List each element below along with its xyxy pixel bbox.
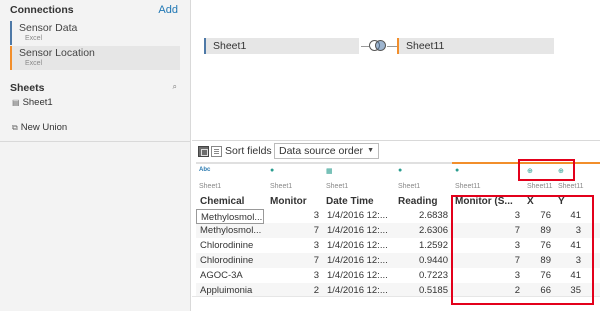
table-cell[interactable]: 1.2592 [395,238,452,253]
table-cell[interactable]: 3 [452,268,524,283]
join-connector [361,46,369,47]
connection-item-sensor-data[interactable]: Sensor Data Excel [10,21,180,45]
number-type-icon[interactable]: ● [270,167,274,174]
chevron-down-icon: ▼ [367,147,374,154]
column-header[interactable]: Monitor (S... [455,196,513,207]
column-date-time[interactable]: ▦ Sheet1 Date Time 1/4/2016 12:... 1/4/2… [323,162,395,311]
data-grid: Abc Sheet1 Chemical Methylosmol... Methy… [196,162,600,311]
column-header[interactable]: Date Time [326,196,374,207]
number-type-icon[interactable]: ● [455,167,459,174]
calendar-icon[interactable]: ▦ [326,167,333,175]
table-cell[interactable]: 2.6838 [395,208,452,223]
new-union-label: New Union [20,122,68,133]
column-source: Sheet1 [270,183,293,190]
divider [0,141,191,142]
column-source: Sheet1 [199,183,222,190]
column-header[interactable]: Reading [398,196,437,207]
table-cell[interactable]: 76 [524,238,555,253]
column-reading[interactable]: ● Sheet1 Reading 2.6838 2.6306 1.2592 0.… [395,162,452,311]
grid-view-icon[interactable] [198,146,209,157]
globe-icon[interactable]: ⊕ [527,167,533,175]
table-cell[interactable]: 0.9440 [395,253,452,268]
table-cell[interactable]: 89 [524,253,555,268]
table-cell[interactable]: 41 [555,268,585,283]
table-cell[interactable]: 89 [524,223,555,238]
table-cell[interactable]: Methylosmol... [196,209,264,224]
table-pill-sheet1[interactable]: Sheet1 [204,38,359,54]
table-cell[interactable]: 76 [524,268,555,283]
table-cell[interactable]: 3 [267,208,323,223]
join-circle-right [375,40,386,51]
table-cell[interactable]: 41 [555,238,585,253]
table-cell[interactable]: 41 [555,208,585,223]
table-cell[interactable]: AGOC-3A [196,268,266,283]
search-icon[interactable]: ⌕ [173,82,177,92]
new-union-item[interactable]: ⧉ New Union [12,122,67,133]
connection-item-sensor-location[interactable]: Sensor Location Excel [10,46,180,70]
column-chemical[interactable]: Abc Sheet1 Chemical Methylosmol... Methy… [196,162,267,311]
connection-name: Sensor Location [19,47,95,59]
column-source: Sheet11 [455,183,481,190]
table-cell[interactable]: 1/4/2016 12:... [323,238,395,253]
union-icon: ⧉ [12,123,18,132]
add-connection-link[interactable]: Add [158,4,178,16]
join-canvas: Sheet1 Sheet11 [192,0,600,140]
table-cell[interactable]: 3 [267,268,323,283]
table-cell[interactable]: 3 [267,238,323,253]
table-cell[interactable]: 1/4/2016 12:... [323,253,395,268]
column-header[interactable]: Monitor [270,196,307,207]
join-connector [387,46,397,47]
column-monitor[interactable]: ● Sheet1 Monitor 3 7 3 7 3 2 [267,162,323,311]
table-cell[interactable]: 2.6306 [395,223,452,238]
table-cell[interactable]: 0.7223 [395,268,452,283]
number-type-icon[interactable]: ● [398,167,402,174]
table-cell[interactable]: 1/4/2016 12:... [323,208,395,223]
column-monitor-sheet11[interactable]: ● Sheet11 Monitor (S... 3 7 3 7 3 2 [452,162,524,311]
table-pill-sheet11[interactable]: Sheet11 [397,38,554,54]
table-cell[interactable]: 3 [555,223,585,238]
string-type-icon[interactable]: Abc [199,167,210,173]
table-cell[interactable]: 1/4/2016 12:... [323,268,395,283]
connections-title: Connections [10,4,74,16]
table-cell[interactable]: Chlorodinine [196,253,266,268]
sort-fields-value: Data source order [279,145,364,157]
connection-name: Sensor Data [19,22,78,34]
table-cell[interactable]: 7 [267,253,323,268]
table-cell[interactable]: Methylosmol... [196,223,266,238]
table-cell[interactable]: 7 [452,253,524,268]
inner-join-icon[interactable] [369,39,387,53]
table-cell[interactable]: 3 [555,253,585,268]
horizontal-scrollbar[interactable] [192,296,600,311]
sheets-title: Sheets [10,82,45,94]
column-source: Sheet11 [527,183,553,190]
table-cell[interactable]: Chlorodinine [196,238,266,253]
column-header[interactable]: Y [558,196,565,207]
table-cell[interactable]: 7 [452,223,524,238]
table-icon: ▤ [12,98,20,107]
sheet-item-sheet1[interactable]: ▤ Sheet1 [12,97,53,108]
table-cell[interactable]: 3 [452,208,524,223]
list-view-icon[interactable] [211,146,222,157]
table-cell[interactable]: 3 [452,238,524,253]
table-cell[interactable]: 76 [524,208,555,223]
sort-fields-label: Sort fields [225,145,272,157]
column-header[interactable]: Chemical [200,196,244,207]
table-cell[interactable]: 1/4/2016 12:... [323,223,395,238]
left-panel: Connections Add Sensor Data Excel Sensor… [0,0,191,311]
connection-type: Excel [25,35,43,42]
connection-type: Excel [25,60,43,67]
sort-fields-select[interactable]: Data source order ▼ [274,143,379,159]
column-x[interactable]: ⊕ Sheet11 X 76 89 76 89 76 66 [524,162,555,311]
sheet-item-label: Sheet1 [22,97,53,108]
column-source: Sheet1 [398,183,421,190]
column-header[interactable]: X [527,196,534,207]
column-source: Sheet11 [558,183,584,190]
column-source: Sheet1 [326,183,349,190]
column-y[interactable]: ⊕ Sheet11 Y 41 3 41 3 41 35 [555,162,585,311]
globe-icon[interactable]: ⊕ [558,167,564,175]
grid-toolbar: Sort fields Data source order ▼ [192,140,600,162]
table-cell[interactable]: 7 [267,223,323,238]
